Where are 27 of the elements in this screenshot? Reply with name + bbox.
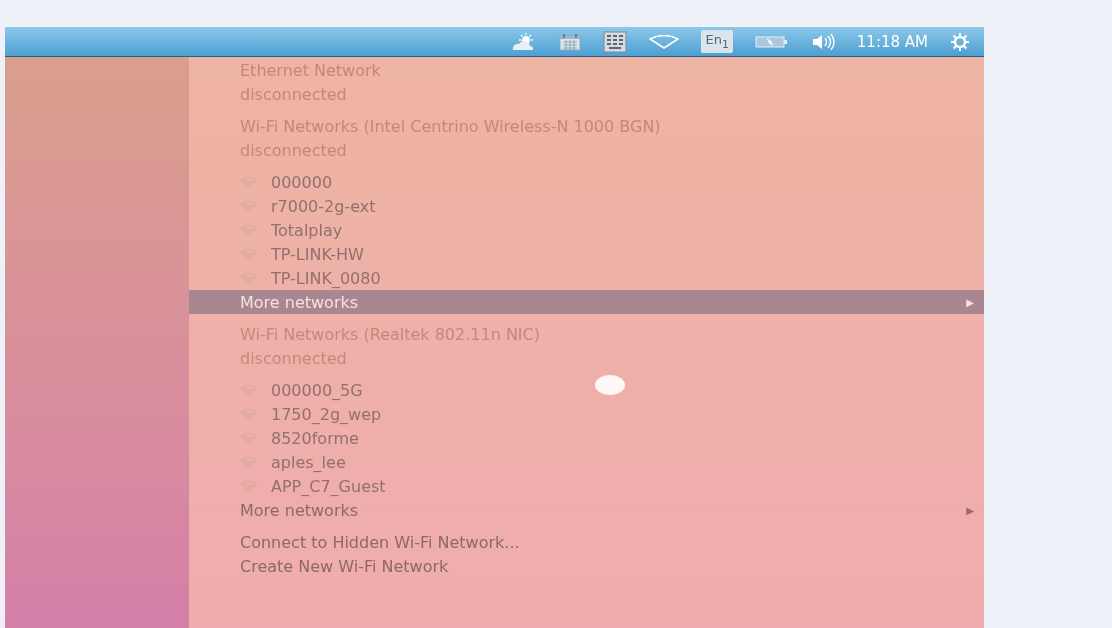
network-name[interactable]: APP_C7_Guest bbox=[271, 476, 386, 496]
calendar-icon[interactable] bbox=[559, 32, 582, 51]
volume-icon[interactable] bbox=[810, 33, 835, 50]
keyboard-icon[interactable] bbox=[603, 30, 628, 53]
wifi-icon[interactable] bbox=[649, 34, 680, 49]
menu-item[interactable]: Connect to Hidden Wi-Fi Network... bbox=[189, 530, 984, 554]
menu-item-label: More networks bbox=[240, 292, 359, 312]
more-networks-item[interactable]: More networks ▶ bbox=[189, 498, 984, 522]
language-indicator[interactable]: En$_{1}$ bbox=[701, 29, 733, 54]
network-name[interactable]: TP-LINK_0080 bbox=[271, 268, 381, 288]
network-name[interactable]: 000000_5G bbox=[271, 380, 363, 400]
settings-icon[interactable] bbox=[950, 31, 970, 52]
pointer-dot bbox=[595, 375, 625, 395]
network-name[interactable]: TP-LINK-HW bbox=[271, 244, 364, 264]
battery-icon[interactable] bbox=[754, 34, 789, 49]
menu-item[interactable]: Create New Wi-Fi Network bbox=[189, 554, 984, 578]
submenu-arrow: ▶ bbox=[966, 296, 974, 308]
network-name[interactable]: Totalplay bbox=[271, 220, 343, 240]
network-name[interactable]: 1750_2g_wep bbox=[271, 404, 382, 424]
more-networks-item[interactable]: More networks ▶ bbox=[189, 290, 984, 314]
submenu-arrow: ▶ bbox=[966, 504, 974, 516]
network-name[interactable]: r7000-2g-ext bbox=[271, 196, 376, 216]
network-name[interactable]: 000000 bbox=[271, 172, 333, 192]
clock-text[interactable]: 11:18 AM bbox=[856, 32, 928, 51]
network-name[interactable]: aples_lee bbox=[271, 452, 346, 472]
menu-item-label: More networks bbox=[240, 500, 359, 520]
network-name[interactable]: 8520forme bbox=[271, 428, 359, 448]
